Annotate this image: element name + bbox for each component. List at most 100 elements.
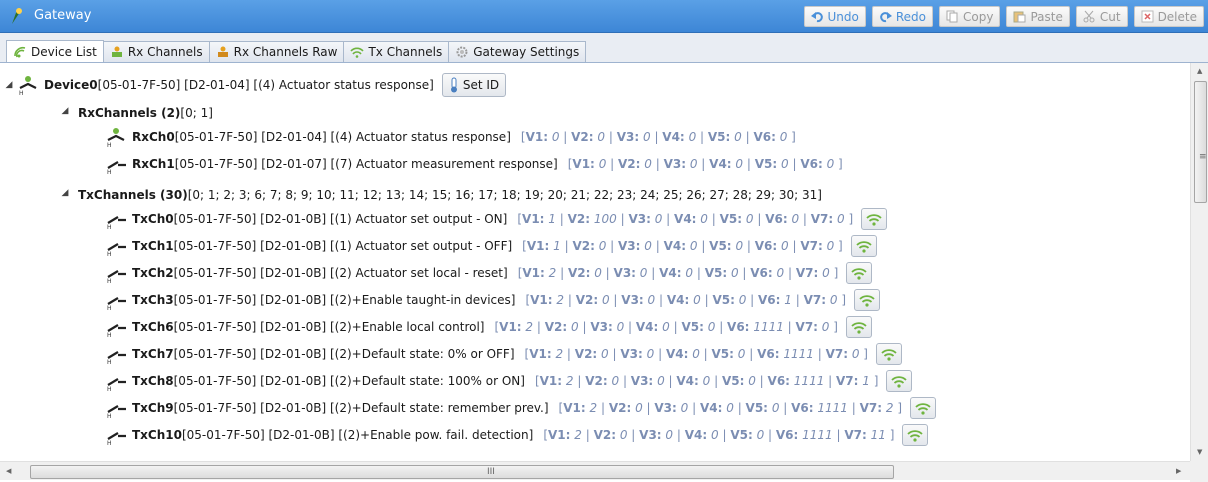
tab-device-list[interactable]: Device List [6, 40, 104, 62]
value-separator: | [700, 293, 713, 307]
toolbar-button-label: Redo [895, 9, 927, 24]
device-row[interactable]: H Device0 [05-01-7F-50] [D2-01-04] [(4) A… [16, 73, 507, 97]
tx-channel-row[interactable]: H TxCh2 [05-01-7F-50] [D2-01-0B] [(2) Act… [104, 261, 873, 285]
collapse-triangle-icon[interactable]: ◢ [60, 106, 70, 116]
send-telegram-button[interactable] [902, 424, 929, 446]
device-tree[interactable]: ◢ H Device0 [05-01-7F-50] [D2-01-04] [(4) … [0, 63, 1190, 461]
send-telegram-button[interactable] [861, 208, 888, 230]
send-telegram-button[interactable] [910, 397, 937, 419]
paste-button[interactable]: Paste [1006, 6, 1070, 27]
horizontal-scroll-thumb[interactable]: III [30, 465, 894, 479]
value-key: V2: [608, 401, 632, 415]
value-number: 0 [601, 293, 610, 307]
set-id-button[interactable]: Set ID [441, 73, 507, 97]
value-number: 2 [885, 401, 894, 415]
value-separator: | [693, 266, 705, 280]
value-number: 2 [565, 374, 574, 388]
send-telegram-button[interactable] [854, 289, 880, 311]
value-separator: | [664, 374, 677, 388]
tx-channel-row[interactable]: H TxCh9 [05-01-7F-50] [D2-01-0B] [(2)+Def… [104, 396, 937, 420]
tab-label: Rx Channels [127, 45, 203, 59]
svg-text:H: H [107, 142, 112, 148]
value-separator: | [624, 320, 636, 334]
tx-channel-row[interactable]: H TxCh0 [05-01-7F-50] [D2-01-0B] [(1) Act… [104, 207, 888, 231]
value-separator: | [556, 266, 568, 280]
cut-icon [1083, 10, 1096, 23]
vertical-scrollbar[interactable]: ▲ ≡ ▼ [1190, 63, 1208, 461]
value-separator: | [718, 428, 731, 442]
value-number: 0 [821, 320, 830, 334]
cut-button[interactable]: Cut [1075, 6, 1128, 27]
actuator-switch-icon: H [104, 235, 130, 258]
horizontal-grip-icon: III [487, 467, 495, 477]
tx-channel-row[interactable]: H TxCh8 [05-01-7F-50] [D2-01-0B] [(2)+Def… [104, 369, 913, 393]
value-number: 0 [826, 239, 835, 253]
value-key: V5: [754, 157, 778, 171]
channel-info: [05-01-7F-50] [D2-01-0B] [(1) Actuator s… [173, 239, 513, 253]
wireless-send-icon [891, 373, 908, 389]
tab-rx-channels[interactable]: Rx Channels [102, 41, 210, 62]
delete-button[interactable]: Delete [1133, 6, 1204, 27]
copy-button[interactable]: Copy [939, 6, 1001, 27]
title-bar: Gateway Undo Redo Copy Paste Cut Delete [0, 0, 1208, 33]
redo-icon [879, 10, 892, 23]
tab-tx-channels[interactable]: Tx Channels [343, 41, 450, 62]
channel-values: [V1: 0 | V2: 0 | V3: 0 | V4: 0 | V5: 0 |… [567, 157, 843, 171]
send-telegram-button[interactable] [845, 316, 872, 338]
tx-channel-row[interactable]: H TxCh10 [05-01-7F-50] [D2-01-0B] [(2)+En… [104, 423, 929, 447]
tx-channel-row[interactable]: H TxCh1 [05-01-7F-50] [D2-01-0B] [(1) Act… [104, 234, 877, 258]
scroll-down-icon[interactable]: ▼ [1197, 448, 1202, 456]
tab-gateway-settings[interactable]: Gateway Settings [448, 41, 587, 62]
value-separator: | [601, 266, 614, 280]
svg-text:H: H [19, 90, 24, 96]
tx-channels-group[interactable]: TxChannels (30) [0; 1; 2; 3; 6; 7; 8; 9;… [78, 183, 822, 207]
wireless-send-icon [851, 265, 867, 281]
send-telegram-button[interactable] [875, 343, 902, 365]
value-separator: | [564, 293, 576, 307]
value-key: V4: [699, 401, 723, 415]
scroll-up-icon[interactable]: ▲ [1197, 67, 1202, 75]
gateway-settings-icon [455, 46, 469, 58]
value-separator: | [784, 266, 796, 280]
value-separator: | [559, 130, 572, 144]
value-number: 0 [692, 347, 700, 361]
redo-button[interactable]: Redo [871, 6, 934, 27]
vertical-scroll-thumb[interactable]: ≡ [1194, 81, 1207, 203]
collapse-triangle-icon[interactable]: ◢ [4, 80, 14, 90]
channel-name: RxCh0 [132, 130, 175, 144]
undo-button[interactable]: Undo [803, 6, 866, 27]
value-separator: | [788, 239, 801, 253]
channel-info: [05-01-7F-50] [D2-01-04] [(4) Actuator s… [174, 130, 511, 144]
send-telegram-button[interactable] [846, 262, 873, 284]
value-number: 0 [657, 374, 665, 388]
value-key: V7: [803, 293, 827, 307]
value-key: V7: [795, 320, 818, 334]
channel-name: TxCh2 [132, 266, 174, 280]
rx-channels-group[interactable]: RxChannels (2) [0; 1] [78, 101, 213, 125]
value-key: V4: [662, 130, 685, 144]
scroll-right-icon[interactable]: ▶ [1176, 467, 1181, 475]
send-telegram-button[interactable] [886, 370, 913, 392]
horizontal-scrollbar[interactable]: ◀ III ▶ [0, 461, 1190, 480]
value-number: 0 [745, 212, 754, 226]
actuator-switch-icon: H [104, 316, 130, 339]
tab-rx-channels-raw[interactable]: Rx Channels Raw [208, 41, 345, 62]
tx-channels-icon [350, 46, 365, 58]
wireless-send-icon [866, 211, 882, 227]
collapse-triangle-icon[interactable]: ◢ [60, 188, 70, 198]
value-number: 1111 [753, 320, 784, 334]
send-telegram-button[interactable] [850, 235, 877, 257]
tx-channel-row[interactable]: H TxCh3 [05-01-7F-50] [D2-01-0B] [(2)+Ena… [104, 288, 880, 312]
rx-channel-row[interactable]: H RxCh1 [05-01-7F-50] [D2-01-07] [(7) Act… [104, 152, 843, 176]
channel-info: [05-01-7F-50] [D2-01-0B] [(2) Actuator s… [173, 266, 508, 280]
tx-channel-row[interactable]: H TxCh6 [05-01-7F-50] [D2-01-0B] [(2)+Ena… [104, 315, 872, 339]
scroll-left-icon[interactable]: ◀ [6, 467, 11, 475]
value-key: V5: [745, 401, 768, 415]
value-separator: | [699, 347, 712, 361]
rx-channel-row[interactable]: H RxCh0 [05-01-7F-50] [D2-01-04] [(4) Act… [104, 125, 796, 149]
vertical-grip-icon: ≡ [1199, 152, 1207, 162]
tx-channel-row[interactable]: H TxCh7 [05-01-7F-50] [D2-01-0B] [(2)+Def… [104, 342, 902, 366]
wireless-send-icon [856, 238, 872, 254]
value-number: 0 [635, 401, 643, 415]
value-key: V5: [711, 347, 734, 361]
